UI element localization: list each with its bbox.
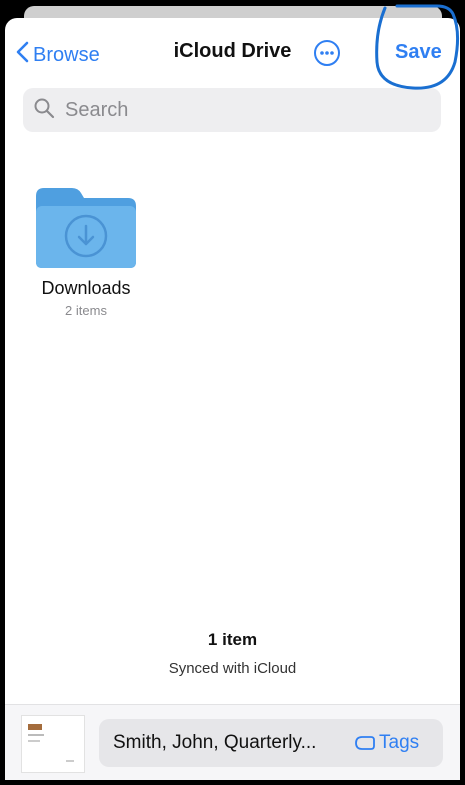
search-icon: [23, 97, 55, 124]
ellipsis-circle-icon: [314, 40, 340, 66]
page-title: iCloud Drive: [173, 40, 292, 62]
folder-download-icon: [36, 188, 136, 268]
folder-downloads[interactable]: Downloads 2 items: [27, 186, 145, 326]
navigation-bar: Browse iCloud Drive Save: [5, 18, 460, 88]
file-save-bar: Smith, John, Quarterly... Tags: [5, 704, 460, 780]
item-count: 1 item: [207, 630, 258, 649]
tags-label: Tags: [379, 732, 420, 753]
more-options-button[interactable]: [313, 39, 341, 67]
file-name-field[interactable]: Smith, John, Quarterly... Tags: [99, 719, 443, 767]
folder-item-count: 2 items: [65, 303, 107, 318]
search-bar[interactable]: [23, 88, 441, 132]
file-thumbnail: [21, 715, 85, 773]
folder-name: Downloads: [41, 278, 131, 298]
tags-button[interactable]: Tags: [355, 732, 419, 754]
tag-icon: [355, 736, 375, 750]
file-name[interactable]: Smith, John, Quarterly...: [113, 732, 345, 754]
save-sheet: Browse iCloud Drive Save Downloads 2 ite…: [5, 18, 460, 780]
save-button[interactable]: Save: [395, 41, 442, 64]
search-input[interactable]: [63, 97, 427, 123]
sync-status: Synced with iCloud: [168, 660, 297, 677]
status-footer: 1 item Synced with iCloud: [5, 630, 460, 677]
